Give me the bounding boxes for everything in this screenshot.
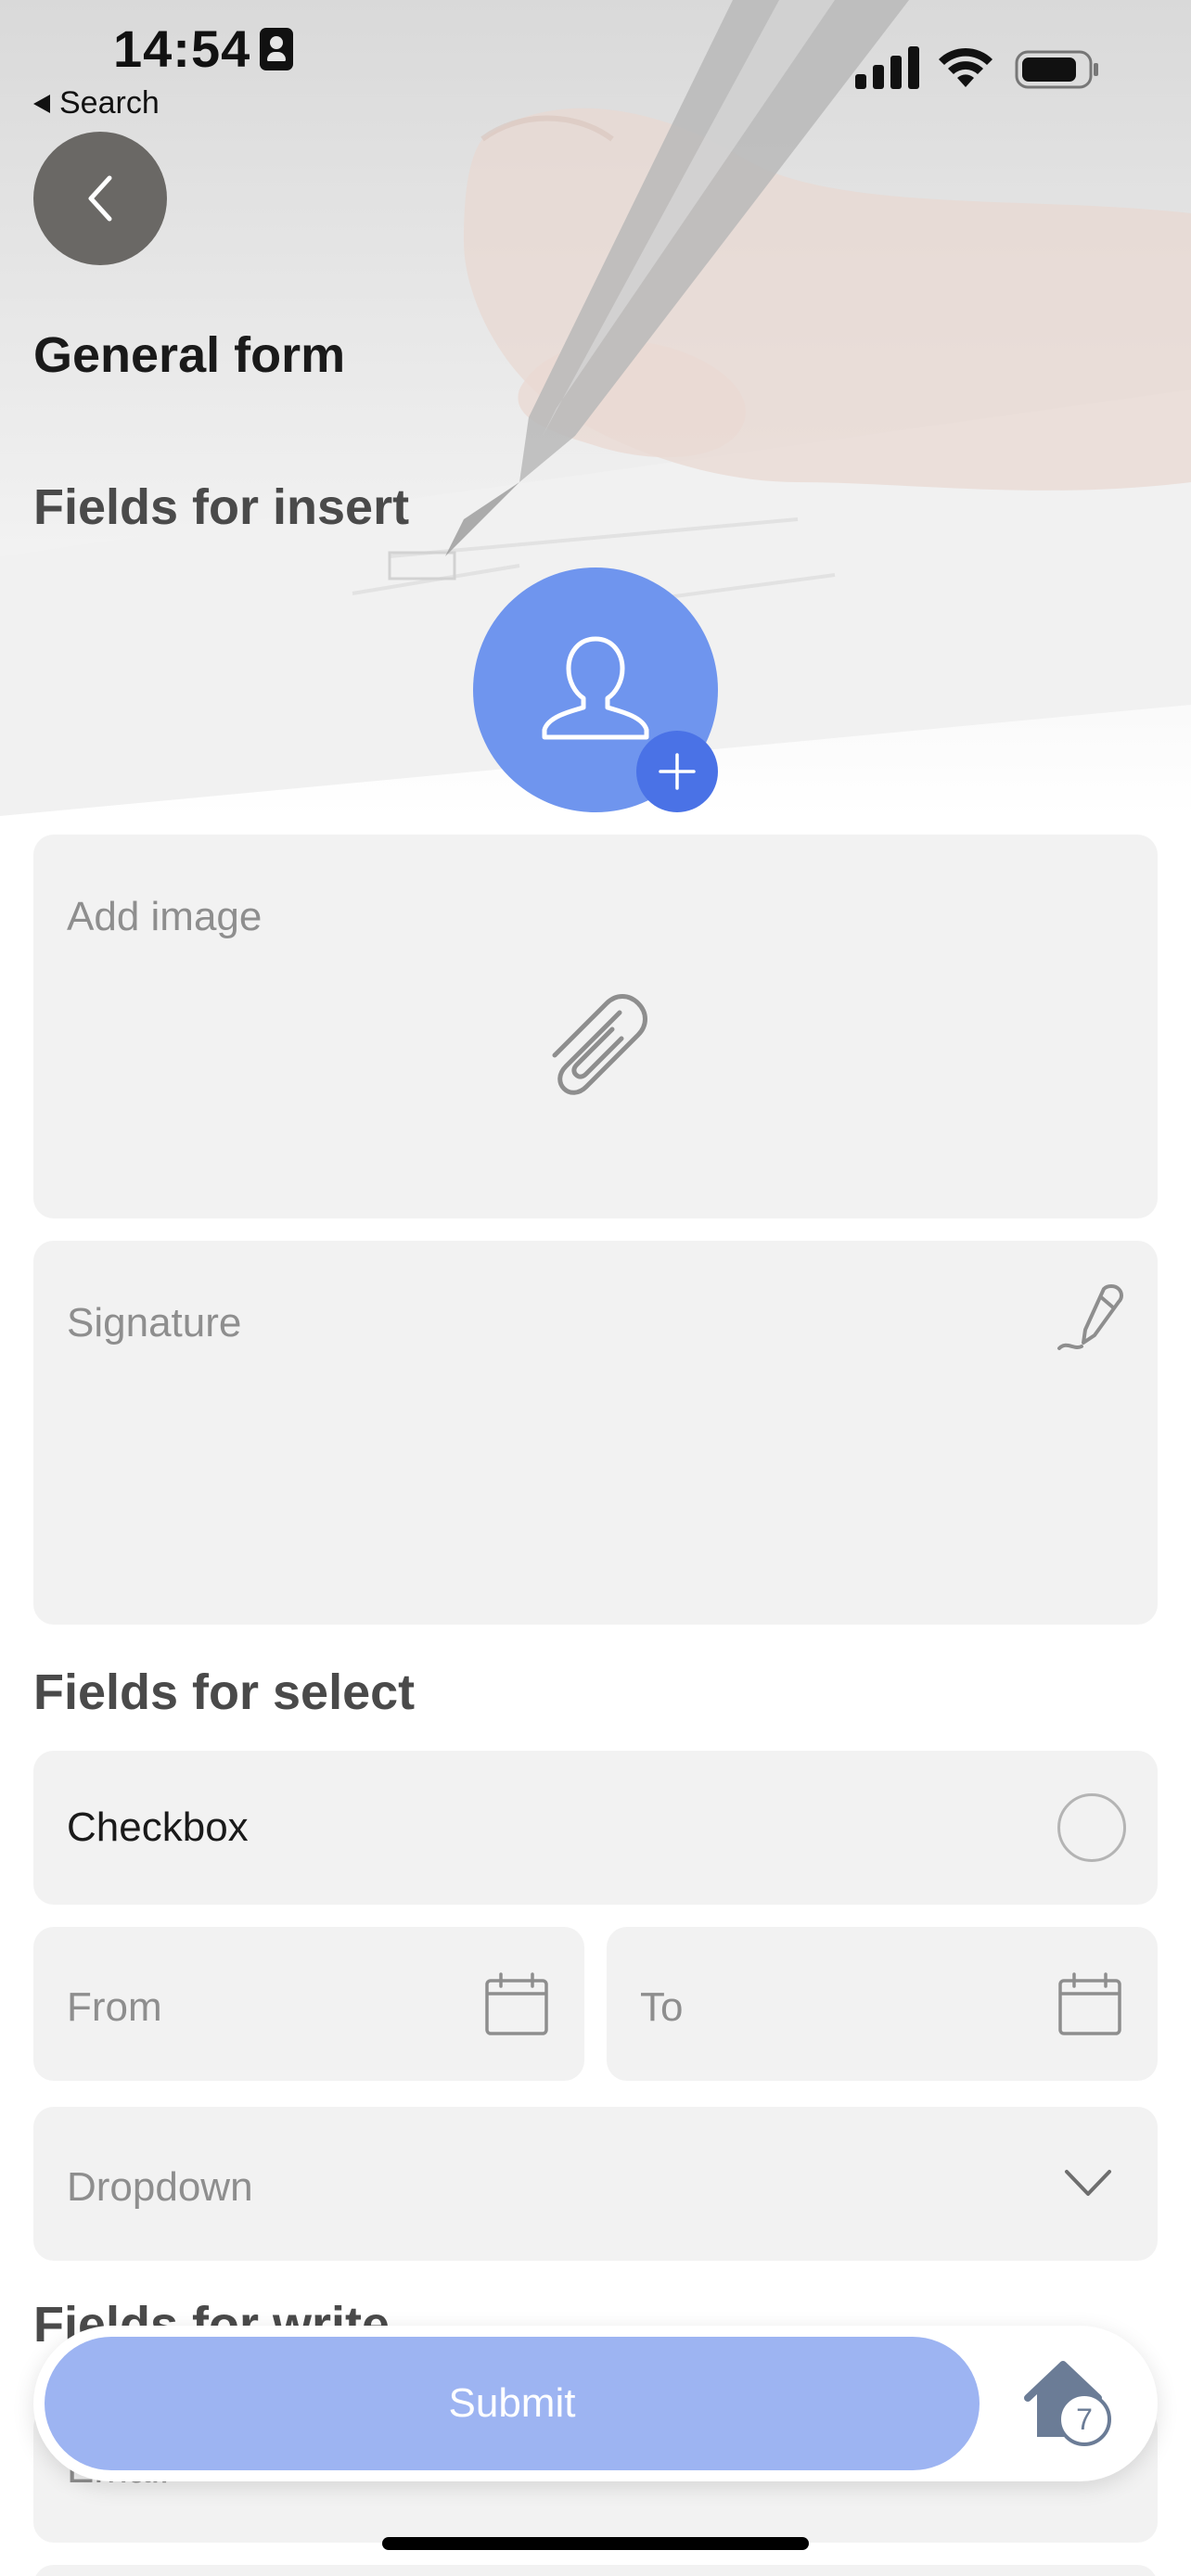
back-app-label: Search [59, 85, 160, 121]
dropdown-label: Dropdown [67, 2164, 253, 2210]
home-indicator [382, 2537, 809, 2550]
user-icon [542, 636, 649, 740]
section-title-select: Fields for select [33, 1664, 416, 1720]
plus-icon [659, 753, 696, 790]
submit-bar: Submit 7 [33, 2326, 1158, 2481]
to-date-field[interactable]: To [607, 1927, 1158, 2081]
submit-button[interactable]: Submit [45, 2337, 980, 2470]
next-field[interactable] [33, 2565, 1158, 2576]
paperclip-icon [552, 994, 647, 1095]
calendar-icon [485, 1972, 548, 2035]
page-title: General form [33, 327, 346, 383]
back-to-search-link[interactable]: Search [33, 85, 160, 121]
back-triangle-icon [33, 94, 50, 113]
battery-icon [1015, 50, 1098, 89]
add-avatar-button[interactable] [636, 731, 718, 812]
add-image-field[interactable]: Add image [33, 835, 1158, 1218]
calendar-icon [1058, 1972, 1121, 2035]
home-badge: 7 [1057, 2392, 1111, 2446]
cellular-signal-icon [855, 46, 919, 89]
signature-label: Signature [67, 1300, 242, 1345]
status-time: 14:54 [113, 19, 251, 78]
back-button[interactable] [33, 132, 167, 265]
to-label: To [640, 1984, 684, 2030]
from-label: From [67, 1984, 162, 2030]
signature-field[interactable]: Signature [33, 1241, 1158, 1625]
id-card-icon [260, 28, 293, 70]
wifi-icon [939, 47, 992, 87]
from-date-field[interactable]: From [33, 1927, 584, 2081]
back-chevron-icon [88, 175, 112, 222]
chevron-down-icon [1065, 2170, 1111, 2196]
pen-signature-icon [1057, 1284, 1123, 1350]
checkbox-label: Checkbox [67, 1804, 249, 1850]
checkbox-field[interactable]: Checkbox [33, 1751, 1158, 1905]
section-title-insert: Fields for insert [33, 479, 410, 535]
dropdown-select[interactable]: Dropdown [33, 2107, 1158, 2261]
add-image-label: Add image [67, 894, 263, 939]
radio-circle-icon[interactable] [1057, 1793, 1126, 1862]
